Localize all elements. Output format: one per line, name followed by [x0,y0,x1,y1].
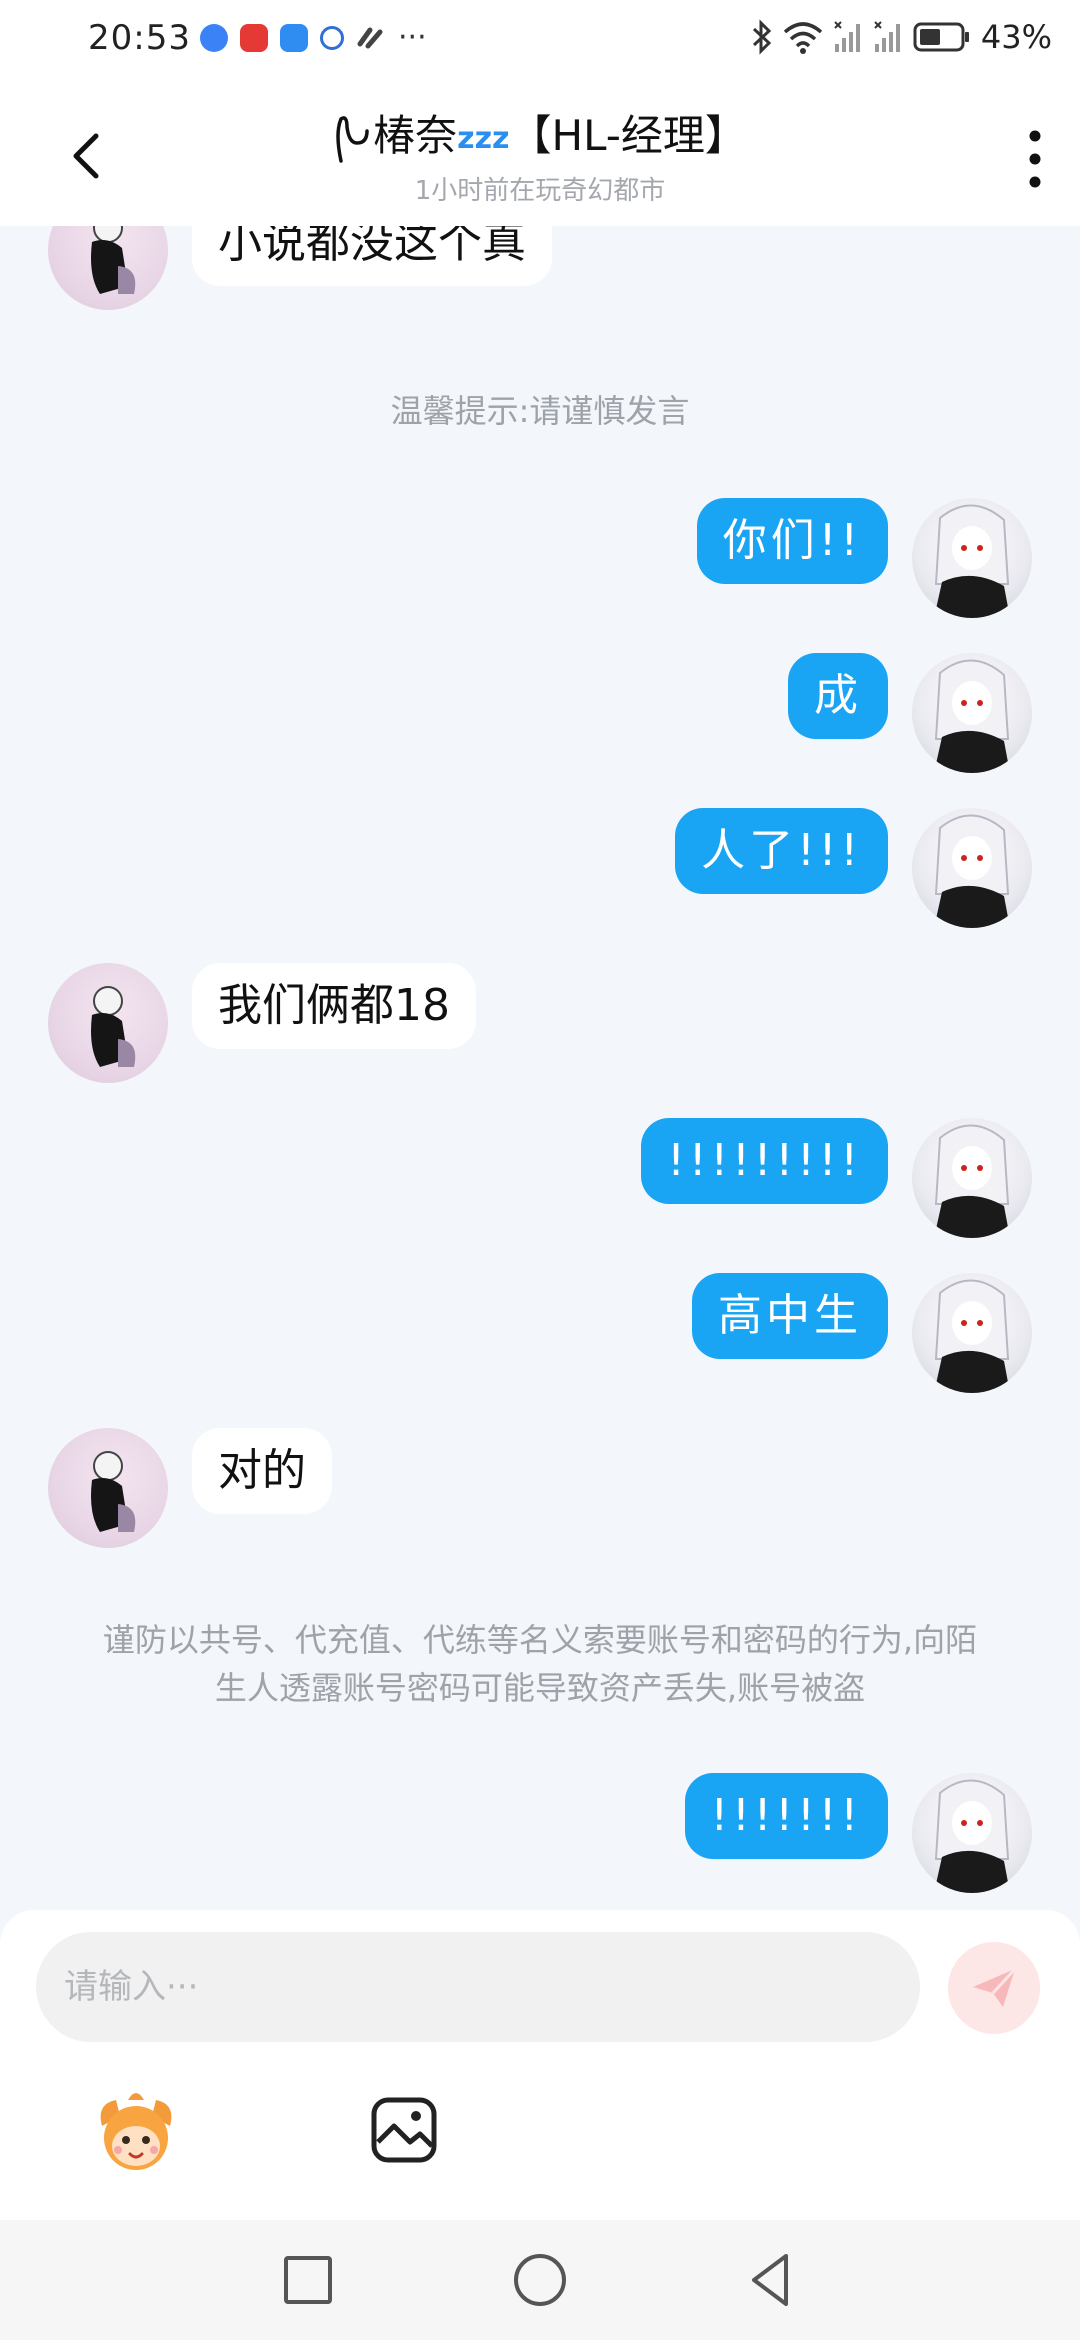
message-bubble-outgoing[interactable]: 成 [788,653,888,739]
message-bubble-outgoing[interactable]: 人了!!! [675,808,888,894]
send-button[interactable] [948,1942,1040,2034]
message-row: !!!!!!!!! [0,1118,1080,1238]
camera-app-icon [320,26,344,50]
home-button[interactable] [508,2248,572,2312]
more-options-button[interactable] [1020,124,1050,194]
wifi-icon [783,22,823,54]
security-warning: 谨防以共号、代充值、代练等名义索要账号和密码的行为,向陌生人透露账号密码可能导致… [102,1621,978,1707]
my-avatar[interactable] [912,498,1032,618]
signal-sim2-icon [874,21,900,52]
message-row: 对的 [0,1428,1080,1548]
message-bubble-incoming[interactable]: 对的 [192,1428,332,1514]
system-nav-bar [0,2220,1080,2340]
message-bubble-outgoing[interactable]: 你们!! [696,498,888,584]
paper-plane-icon [973,1967,1017,2007]
message-bubble-outgoing[interactable]: !!!!!!!!! [641,1118,888,1204]
signal-sim1-icon [834,21,860,52]
status-time: 20:53 [88,18,191,58]
contact-name-text: 椿奈 [373,111,458,160]
my-avatar[interactable] [912,653,1032,773]
bluetooth-icon [752,19,772,55]
system-tip: 温馨提示:请谨慎发言 [390,392,690,430]
notification-icons: ··· [200,20,427,55]
battery-percentage: 43% [980,18,1052,56]
message-row: 高中生 [0,1273,1080,1393]
recents-button[interactable] [276,2248,340,2312]
message-row: !!!!!!! [0,1773,1080,1893]
image-icon [371,2097,437,2163]
my-avatar[interactable] [912,1273,1032,1393]
contact-name[interactable]: 椿奈zzz【HL-经理】 [0,102,1080,165]
message-row: 你们!! [0,498,1080,618]
message-row: 人了!!! [0,808,1080,928]
input-panel [0,1910,1080,2220]
more-vertical-icon [1029,130,1041,188]
back-nav-button[interactable] [740,2248,804,2312]
browser-app-icon [200,24,228,52]
circle-icon [514,2254,566,2306]
message-input[interactable] [36,1932,920,2042]
contact-avatar[interactable] [48,963,168,1083]
message-row: 小说都没这个真 [0,226,1080,310]
my-avatar[interactable] [912,1773,1032,1893]
contact-avatar[interactable] [48,1428,168,1548]
contact-avatar[interactable] [48,226,168,310]
contact-status: 1小时前在玩奇幻都市 [414,176,666,206]
status-bar: 20:53 ··· 43% [0,0,1080,84]
image-button[interactable] [370,2096,438,2164]
contact-tag: 【HL-经理】 [509,111,747,160]
message-row: 我们俩都18 [0,963,1080,1083]
mascot-emoji-icon [100,2093,172,2170]
message-bubble-incoming[interactable]: 小说都没这个真 [192,226,552,286]
message-bubble-outgoing[interactable]: 高中生 [692,1273,888,1359]
huawei-app-icon [240,24,268,52]
message-bubble-outgoing[interactable]: !!!!!!! [684,1773,888,1859]
message-row: 成 [0,653,1080,773]
square-icon [284,2256,332,2304]
message-bubble-incoming[interactable]: 我们俩都18 [192,963,476,1049]
system-status: 43% [751,18,1052,56]
my-avatar[interactable] [912,808,1032,928]
cloud-app-icon [280,24,308,52]
emoji-button[interactable] [90,2086,182,2178]
battery-icon [913,22,969,52]
chat-header: 椿奈zzz【HL-经理】 1小时前在玩奇幻都市 [0,84,1080,226]
more-notifications-icon: ··· [398,20,427,55]
triangle-back-icon [752,2254,788,2306]
message-list[interactable]: 小说都没这个真 温馨提示:请谨慎发言 你们!! 成 人了!!! 我们俩都18 !… [0,226,1080,1910]
my-avatar[interactable] [912,1118,1032,1238]
bunny-name-icon [336,115,369,163]
sleep-zzz-icon: zzz [457,121,510,156]
link-app-icon [357,27,383,49]
